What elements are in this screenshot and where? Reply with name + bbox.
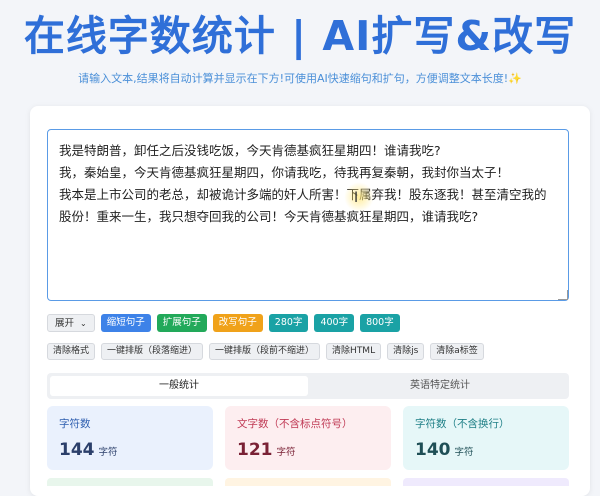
text-input[interactable]: 我是特朗普，卸任之后没钱吃饭，今天肯德基疯狂星期四！谁请我吃? 我，秦始皇，今天… — [47, 129, 569, 301]
layout-noindent-button[interactable]: 一键排版（段前不缩进） — [209, 343, 321, 360]
stat-value-line: 121 字符 — [237, 440, 379, 460]
stat-unit: 字符 — [276, 447, 296, 458]
expand-sentence-button[interactable]: 扩展句子 — [156, 314, 207, 332]
tab-english[interactable]: 英语特定统计 — [311, 373, 569, 399]
text-line: 我是特朗普，卸任之后没钱吃饭，今天肯德基疯狂星期四！谁请我吃? — [59, 143, 441, 158]
stat-value: 121 — [237, 440, 273, 460]
stat-label: 字符数 — [59, 418, 91, 430]
text-cursor-icon: I — [354, 190, 359, 206]
format-toolbar: 清除格式 一键排版（段落缩进） 一键排版（段前不缩进） 清除HTML 清除js … — [47, 343, 484, 360]
text-line: 我本是上市公司的老总，却被诡计多端的奸人所害！下属弃我！股东逐我！甚至清空我的股… — [59, 187, 547, 224]
page-title: 在线字数统计 | AI扩写&改写 — [23, 12, 577, 60]
stat-card-words: 文字数（不含标点符号） 121 字符 — [225, 406, 391, 470]
stat-label: 字符数（不含换行） — [415, 418, 510, 430]
text-line: 我，秦始皇，今天肯德基疯狂星期四，你请我吃，待我再复秦朝，我封你当太子！ — [59, 165, 510, 180]
shorten-sentence-button[interactable]: 缩短句子 — [100, 314, 151, 332]
clear-format-button[interactable]: 清除格式 — [47, 343, 96, 360]
tab-general[interactable]: 一般统计 — [50, 376, 308, 396]
length-400-button[interactable]: 400字 — [314, 314, 355, 332]
resize-handle[interactable] — [558, 290, 568, 300]
length-800-button[interactable]: 800字 — [360, 314, 400, 332]
stat-card-chars-no-newline: 字符数（不含换行） 140 字符 — [403, 406, 569, 470]
layout-indent-button[interactable]: 一键排版（段落缩进） — [101, 343, 204, 360]
clear-a-tag-button[interactable]: 清除a标签 — [430, 343, 484, 360]
expand-label: 展开 — [55, 318, 75, 329]
stat-unit: 字符 — [454, 447, 474, 458]
next-stat-card-edge — [225, 478, 391, 486]
expand-button[interactable]: 展开 ⌄ — [47, 314, 95, 332]
next-stat-card-edge — [47, 478, 213, 486]
chevron-down-icon: ⌄ — [80, 319, 87, 328]
stat-value-line: 140 字符 — [415, 440, 557, 460]
stat-value: 140 — [415, 440, 451, 460]
length-280-button[interactable]: 280字 — [268, 314, 309, 332]
stats-tabs: 一般统计 英语特定统计 — [47, 373, 569, 399]
stat-value-line: 144 字符 — [59, 440, 201, 460]
page-subtitle: 请输入文本,结果将自动计算并显示在下方!可使用AI快速缩句和扩句，方便调整文本长… — [78, 72, 522, 85]
stat-unit: 字符 — [98, 447, 118, 458]
clear-html-button[interactable]: 清除HTML — [326, 343, 382, 360]
stat-label: 文字数（不含标点符号） — [237, 418, 353, 430]
rewrite-sentence-button[interactable]: 改写句子 — [212, 314, 263, 332]
clear-js-button[interactable]: 清除js — [387, 343, 425, 360]
next-stat-card-edge — [403, 478, 569, 486]
stat-value: 144 — [59, 440, 95, 460]
stat-card-chars: 字符数 144 字符 — [47, 406, 213, 470]
ai-toolbar: 展开 ⌄ 缩短句子 扩展句子 改写句子 280字 400字 800字 — [47, 314, 400, 332]
